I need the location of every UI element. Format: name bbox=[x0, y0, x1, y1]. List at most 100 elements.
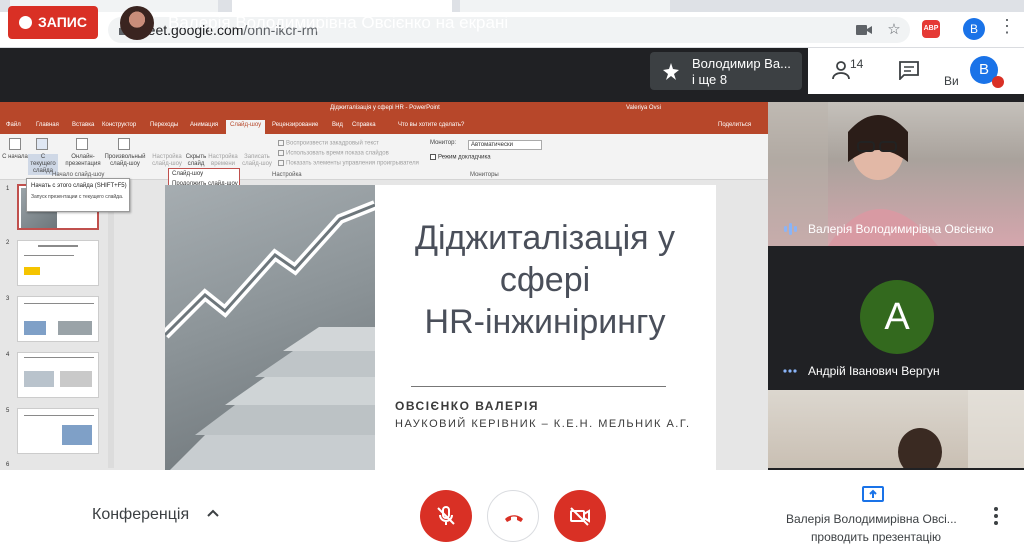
slide-title-line: сфері bbox=[499, 261, 591, 299]
participant-tile-presenter[interactable]: Валерія Володимирівна Овсієнко bbox=[768, 102, 1024, 246]
speaking-indicator-icon bbox=[783, 369, 797, 373]
custom-show-button[interactable]: Произвольный слайд-шоу bbox=[104, 154, 146, 168]
from-start-button[interactable]: С начала bbox=[2, 154, 28, 161]
tooltip-title: Начать с этого слайда (SHIFT+F5) bbox=[31, 183, 127, 189]
setup-show-button[interactable]: Настройка слайд-шоу bbox=[150, 154, 184, 168]
present-screen-icon[interactable] bbox=[862, 486, 884, 504]
more-options-icon[interactable] bbox=[990, 506, 1002, 526]
presenter-view-checkbox[interactable]: Режим докладчика bbox=[430, 154, 491, 161]
monitor-label: Монитор: bbox=[430, 140, 457, 146]
participant-tile[interactable] bbox=[768, 390, 1024, 468]
record-dot-icon bbox=[19, 16, 32, 29]
people-count: 14 bbox=[850, 57, 864, 71]
slide-title-line: HR-інжинірингу bbox=[424, 303, 666, 341]
slide-supervisor: НАУКОВИЙ КЕРІВНИК – К.Е.Н. МЕЛЬНИК А.Г. bbox=[395, 418, 691, 430]
tab-review[interactable]: Рецензирование bbox=[272, 122, 318, 128]
star-icon[interactable]: ☆ bbox=[882, 18, 906, 42]
thumb-number: 5 bbox=[6, 408, 10, 414]
participant-name: Андрій Іванович Вергун bbox=[808, 364, 940, 378]
camera-off-icon bbox=[570, 507, 590, 526]
participant-name: Валерія Володимирівна Овсієнко bbox=[808, 222, 994, 236]
participants-chip[interactable]: Володимир Ва... і ще 8 bbox=[650, 52, 802, 90]
chat-icon[interactable] bbox=[898, 60, 920, 80]
tell-me-search[interactable]: Что вы хотите сделать? bbox=[398, 122, 464, 128]
tab-transitions[interactable]: Переходы bbox=[150, 122, 178, 128]
presenter-status: проводить презентацію bbox=[810, 530, 942, 544]
tab-slideshow[interactable]: Слайд-шоу bbox=[226, 120, 266, 134]
ppt-titlebar: Діджиталізація у сфері HR - PowerPoint V… bbox=[0, 102, 768, 118]
recording-label: ЗАПИС bbox=[38, 14, 87, 30]
browser-tab[interactable] bbox=[460, 0, 670, 12]
custom-show-icon bbox=[118, 138, 130, 150]
presenting-title: Валерія Володимирівна Овсієнко на екрані bbox=[168, 13, 509, 32]
media-controls-checkbox[interactable]: Показать элементы управления проигрывате… bbox=[278, 160, 419, 167]
participant-video bbox=[898, 390, 1024, 468]
browser-tab-active[interactable] bbox=[232, 0, 452, 12]
chip-more: і ще 8 bbox=[692, 72, 728, 87]
narrations-checkbox[interactable]: Воспроизвести закадровый текст bbox=[278, 140, 379, 147]
group-monitors-label: Мониторы bbox=[470, 172, 499, 178]
slide-thumbnail-2[interactable] bbox=[17, 240, 99, 286]
rehearse-timings-button[interactable]: Настройка времени bbox=[208, 154, 238, 168]
slide-thumbnail-3[interactable] bbox=[17, 296, 99, 342]
thumb-number: 1 bbox=[6, 186, 10, 192]
tab-home[interactable]: Главная bbox=[36, 122, 59, 128]
thumb-number: 2 bbox=[6, 240, 10, 246]
leave-call-button[interactable] bbox=[487, 490, 539, 542]
current-slide: Діджиталізація у сфері HR-інжинірингу ОВ… bbox=[165, 185, 716, 470]
slide-divider bbox=[411, 386, 666, 387]
tab-design[interactable]: Конструктор bbox=[102, 122, 136, 128]
record-show-button[interactable]: Записать слайд-шоу bbox=[240, 154, 274, 168]
timings-checkbox[interactable]: Использовать время показа слайдов bbox=[278, 150, 389, 157]
browser-tabstrip bbox=[0, 0, 1024, 12]
mic-off-icon bbox=[437, 506, 455, 525]
powerpoint-window: Діджиталізація у сфері HR - PowerPoint V… bbox=[0, 102, 768, 470]
camera-icon[interactable] bbox=[852, 18, 876, 42]
meeting-details-button[interactable]: Конференція bbox=[92, 506, 189, 524]
presenter-name: Валерія Володимирівна Овсі... bbox=[786, 512, 957, 526]
mic-toggle-button[interactable] bbox=[420, 490, 472, 542]
tooltip-body: Запуск презентации с текущего слайда. bbox=[31, 194, 124, 200]
thumb-number: 4 bbox=[6, 352, 10, 358]
ppt-window-title: Діджиталізація у сфері HR - PowerPoint bbox=[330, 105, 440, 111]
chip-name: Володимир Ва... bbox=[692, 56, 791, 71]
speaking-indicator-icon bbox=[784, 223, 797, 235]
self-label: Ви bbox=[944, 74, 959, 88]
slide-author: ОВСІЄНКО ВАЛЕРІЯ bbox=[395, 399, 540, 413]
group-logo-icon bbox=[656, 56, 686, 86]
hang-up-icon bbox=[505, 515, 523, 522]
slide-thumbnails: 1 2 3 4 5 6 bbox=[0, 180, 116, 470]
from-current-icon bbox=[36, 138, 48, 150]
tab-file[interactable]: Файл bbox=[6, 122, 21, 128]
slide-title: Діджиталізація у сфері HR-інжинірингу bbox=[385, 217, 705, 343]
thumbnail-scrollbar[interactable] bbox=[108, 182, 114, 468]
browser-profile-avatar[interactable]: B bbox=[963, 18, 985, 40]
monitor-select[interactable]: Автоматически bbox=[468, 140, 542, 150]
slide-thumbnail-5[interactable] bbox=[17, 408, 99, 454]
share-button[interactable]: Поделиться bbox=[718, 122, 751, 128]
slide-stairs-photo bbox=[165, 185, 375, 470]
chevron-up-icon[interactable] bbox=[206, 506, 220, 520]
mic-muted-icon bbox=[992, 76, 1004, 88]
ppt-ribbon-tabs: Файл Главная Вставка Конструктор Переход… bbox=[0, 118, 768, 134]
tab-animation[interactable]: Анимация bbox=[190, 122, 218, 128]
group-setup-label: Настройка bbox=[272, 172, 302, 178]
presenter-avatar bbox=[120, 6, 154, 40]
slide-thumbnail-4[interactable] bbox=[17, 352, 99, 398]
dropdown-item-slideshow[interactable]: Слайд-шоу bbox=[172, 171, 203, 177]
tab-view[interactable]: Вид bbox=[332, 122, 343, 128]
browser-menu-icon[interactable]: ⋮ bbox=[998, 16, 1016, 37]
recording-indicator[interactable]: ЗАПИС bbox=[8, 6, 98, 39]
tab-insert[interactable]: Вставка bbox=[72, 122, 94, 128]
adblock-icon[interactable]: ABP bbox=[922, 20, 940, 38]
online-present-button[interactable]: Онлайн-презентация bbox=[64, 154, 102, 168]
from-start-icon bbox=[9, 138, 21, 150]
thumb-number: 6 bbox=[6, 462, 10, 468]
camera-toggle-button[interactable] bbox=[554, 490, 606, 542]
online-present-icon bbox=[76, 138, 88, 150]
tab-help[interactable]: Справка bbox=[352, 122, 376, 128]
browser-toolbar: ← → ↻ meet.google.com/onn-ikcr-rm ☆ bbox=[0, 12, 1024, 48]
participant-avatar: A bbox=[860, 280, 934, 354]
hide-slide-button[interactable]: Скрыть слайд bbox=[184, 154, 208, 168]
slide-title-line: Діджиталізація у bbox=[414, 219, 676, 257]
